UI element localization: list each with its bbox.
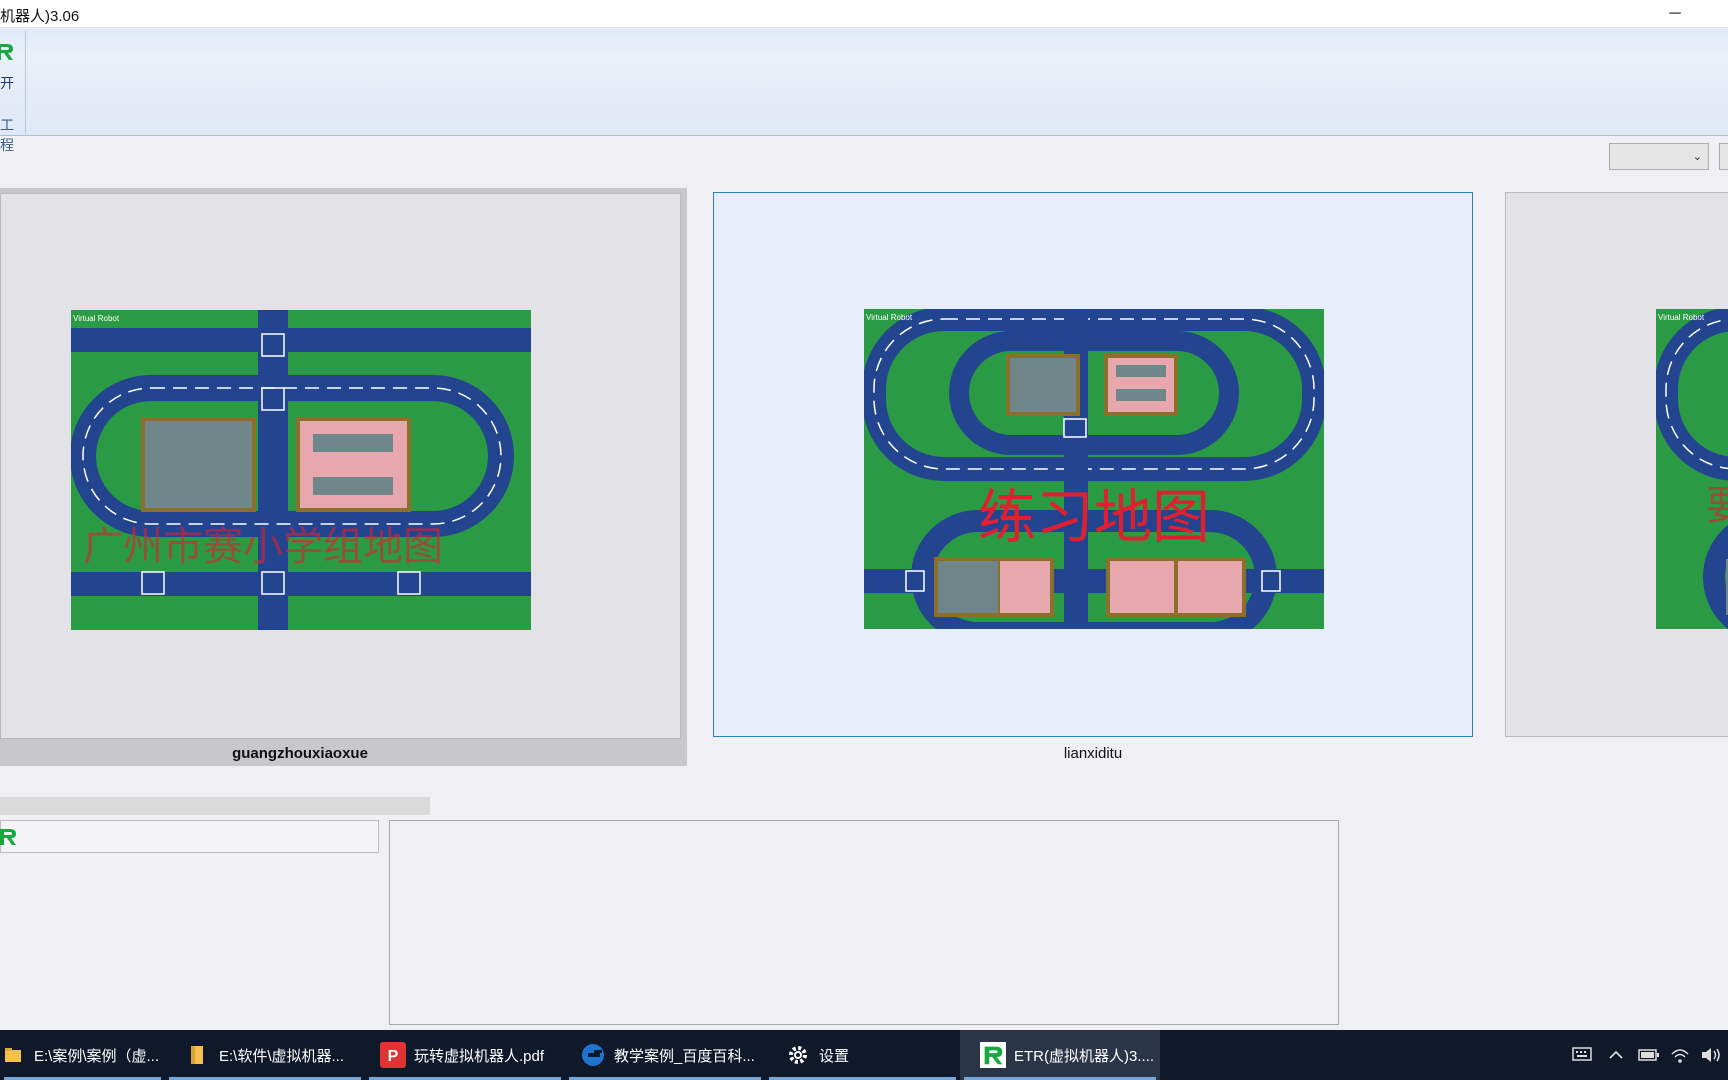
keyboard-icon[interactable]	[1572, 1047, 1592, 1061]
taskbar-item-label: E:\软件\虚拟机器...	[219, 1047, 345, 1065]
minimize-icon: ─	[1669, 5, 1681, 22]
map-card-frame: Virtual Robot 要	[1505, 192, 1728, 737]
battery-icon[interactable]	[1638, 1048, 1660, 1062]
edge-icon	[580, 1042, 606, 1068]
ribbon-group-project: 开 工程	[0, 31, 26, 153]
taskbar-item-label: ETR(虚拟机器人)3....	[1014, 1047, 1155, 1065]
map-thumbnail: Virtual Robot 广州市赛小学组地图	[71, 310, 531, 630]
title-bar: 机器人)3.06 ─	[0, 0, 1728, 28]
taskbar-item-case-folder[interactable]: E:\案例\案例（虚...	[0, 1030, 165, 1080]
taskbar-item-label: 玩转虚拟机器人.pdf	[414, 1047, 545, 1065]
taskbar-item-software-folder[interactable]: E:\软件\虚拟机器...	[165, 1030, 365, 1080]
map-filter-dropdown[interactable]: ⌄	[1609, 143, 1709, 170]
etr-app-icon	[980, 1042, 1006, 1068]
map-watermark: 要	[1706, 483, 1728, 529]
folder-icon	[0, 1042, 26, 1068]
etr-logo-icon	[0, 829, 16, 845]
folder-icon	[185, 1042, 211, 1068]
taskbar-item-browser[interactable]: 教学案例_百度百科...	[565, 1030, 765, 1080]
map-watermark: 练习地图	[978, 483, 1210, 551]
map-name: lianxiditu	[1063, 745, 1123, 762]
volume-icon[interactable]	[1700, 1046, 1722, 1064]
map-card-frame: Virtual Robot 练习地图	[713, 192, 1473, 737]
ribbon-group-label: 工程	[0, 117, 14, 153]
maximize-button[interactable]	[1712, 0, 1728, 28]
map-logo-text: Virtual Robot	[866, 313, 913, 322]
svg-text:P: P	[388, 1048, 399, 1065]
chevron-up-icon[interactable]	[1608, 1048, 1624, 1062]
secondary-dropdown[interactable]	[1719, 143, 1728, 170]
map-logo-text: Virtual Robot	[1658, 313, 1705, 322]
info-panel	[389, 820, 1339, 1025]
taskbar-item-label: 教学案例_百度百科...	[614, 1047, 755, 1065]
map-card[interactable]: Virtual Robot 练习地图 lianxiditu	[713, 188, 1473, 768]
wifi-icon[interactable]	[1670, 1046, 1690, 1064]
minimize-button[interactable]: ─	[1650, 0, 1700, 28]
system-tray	[1558, 1030, 1728, 1080]
gear-icon	[785, 1042, 811, 1068]
map-card-frame: Virtual Robot 广州市赛小学组地图	[0, 193, 681, 739]
taskbar-item-etr[interactable]: ETR(虚拟机器人)3....	[960, 1030, 1160, 1080]
pdf-icon: P	[380, 1042, 406, 1068]
etr-logo-icon[interactable]	[0, 41, 16, 63]
taskbar-item-settings[interactable]: 设置	[765, 1030, 960, 1080]
project-item-box[interactable]	[0, 820, 379, 853]
map-thumbnail: Virtual Robot 练习地图	[864, 309, 1324, 629]
window-title: 机器人)3.06	[0, 8, 80, 25]
ribbon: 开 工程	[0, 29, 1728, 153]
map-name: guangzhouxiaoxue	[232, 745, 368, 762]
taskbar-item-pdf[interactable]: P 玩转虚拟机器人.pdf	[365, 1030, 565, 1080]
taskbar-item-label: E:\案例\案例（虚...	[34, 1047, 160, 1065]
taskbar: E:\案例\案例（虚... E:\软件\虚拟机器... P 玩转虚拟机器人.pd…	[0, 1030, 1728, 1080]
map-card[interactable]: Virtual Robot 要	[1505, 188, 1728, 744]
open-project-button[interactable]: 开	[0, 73, 14, 93]
map-watermark: 广州市赛小学组地图	[83, 524, 443, 570]
map-logo-text: Virtual Robot	[73, 314, 120, 323]
map-thumbnail: Virtual Robot 要	[1656, 309, 1728, 629]
horizontal-scrollbar[interactable]	[0, 797, 430, 815]
taskbar-item-label: 设置	[819, 1047, 850, 1065]
chevron-down-icon: ⌄	[1692, 151, 1702, 163]
map-card[interactable]: Virtual Robot 广州市赛小学组地图 guangzhouxiaoxue	[0, 188, 687, 766]
